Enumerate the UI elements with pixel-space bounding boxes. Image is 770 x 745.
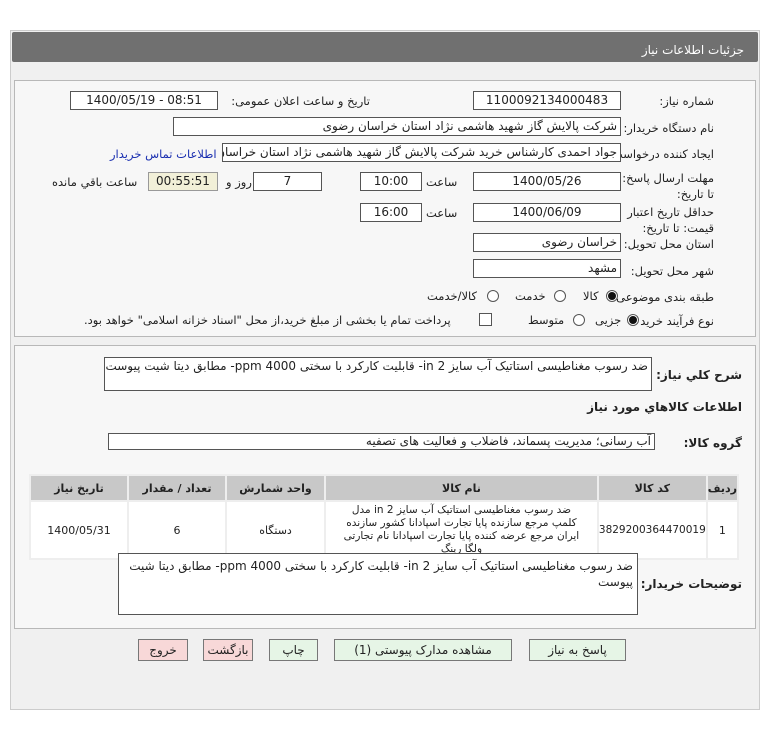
treasury-note: پرداخت تمام یا بخشی از مبلغ خرید،از محل … — [84, 313, 451, 327]
exit-button[interactable]: خروج — [138, 639, 188, 661]
category-radio-service[interactable] — [554, 290, 566, 302]
buyer-field: شرکت پالایش گاز شهید هاشمی نژاد استان خر… — [173, 117, 621, 136]
province-field: خراسان رضوی — [473, 233, 621, 252]
page-title: جزئیات اطلاعات نیاز — [12, 32, 758, 62]
need-number-field: 1100092134000483 — [473, 91, 621, 110]
deadline-date-field: 1400/05/26 — [473, 172, 621, 191]
category-radio-goods[interactable] — [606, 290, 618, 302]
process-option-medium: متوسط — [528, 313, 565, 327]
col-quantity: تعداد / مقدار — [127, 474, 227, 502]
cell-name: ضد رسوب مغناطیسی استاتیک آب سایز 2 in مد… — [324, 500, 599, 560]
process-radio-medium[interactable] — [573, 314, 585, 326]
col-row: ردیف — [705, 474, 740, 502]
days-label: روز و — [226, 175, 252, 189]
col-code: کد کالا — [596, 474, 708, 502]
col-unit: واحد شمارش — [225, 474, 326, 502]
category-option-goods: کالا — [583, 289, 599, 303]
goods-group-label: گروه کالا: — [683, 436, 742, 450]
validity-time-label: ساعت — [426, 206, 458, 220]
category-option-goods-service: کالا/خدمت — [427, 289, 478, 303]
category-radio-goods-service[interactable] — [487, 290, 499, 302]
buyer-notes-label: توضیحات خریدار: — [640, 577, 742, 591]
validity-date-field: 1400/06/09 — [473, 203, 621, 222]
validity-label: حداقل تاریخ اعتبار قیمت: تا تاریخ: — [627, 205, 714, 235]
city-field: مشهد — [473, 259, 621, 278]
city-label: شهر محل تحویل: — [630, 264, 714, 278]
cell-need-date: 1400/05/31 — [29, 500, 129, 560]
creator-field: جواد احمدی کارشناس خرید شرکت پالایش گاز … — [222, 143, 621, 162]
cell-quantity: 6 — [127, 500, 227, 560]
cell-code: 3829200364470019 — [596, 500, 708, 560]
summary-field: ضد رسوب مغناطیسی استاتیک آب سایز 2 in- ق… — [104, 357, 652, 391]
deadline-time-field: 10:00 — [360, 172, 422, 191]
cell-row: 1 — [705, 500, 740, 560]
province-label: استان محل تحویل: — [623, 237, 714, 251]
print-button[interactable]: چاپ — [269, 639, 318, 661]
treasury-checkbox[interactable] — [479, 313, 492, 326]
need-number-label: شماره نیاز: — [659, 94, 714, 108]
goods-section-title: اطلاعات کالاهاي مورد نياز — [587, 400, 742, 414]
remaining-label: ساعت باقي مانده — [52, 175, 138, 189]
goods-table: تاریخ نیاز تعداد / مقدار واحد شمارش نام … — [29, 474, 740, 560]
table-row: 1400/05/31 6 دستگاه ضد رسوب مغناطیسی است… — [29, 500, 740, 560]
col-need-date: تاریخ نیاز — [29, 474, 129, 502]
creator-label: ایجاد کننده درخواست: — [608, 147, 714, 161]
days-field: 7 — [253, 172, 322, 191]
category-option-service: خدمت — [515, 289, 546, 303]
process-label: نوع فرآیند خرید : — [632, 314, 714, 328]
col-name: نام کالا — [324, 474, 599, 502]
deadline-time-label: ساعت — [426, 175, 458, 189]
goods-group-field: آب رسانی؛ مدیریت پسماند، فاضلاب و فعالیت… — [108, 433, 655, 450]
process-option-minor: جزیی — [595, 313, 622, 327]
announce-field: 1400/05/19 - 08:51 — [70, 91, 218, 110]
cell-unit: دستگاه — [225, 500, 326, 560]
back-button[interactable]: بازگشت — [203, 639, 253, 661]
process-radio-minor[interactable] — [627, 314, 639, 326]
buyer-label: نام دستگاه خریدار: — [623, 121, 714, 135]
remaining-time-field: 00:55:51 — [148, 172, 218, 191]
view-attachments-button[interactable]: مشاهده مدارک پیوستی (1) — [334, 639, 512, 661]
reply-button[interactable]: پاسخ به نیاز — [529, 639, 626, 661]
deadline-label: مهلت ارسال پاسخ: تا تاریخ: — [622, 171, 714, 201]
category-label: طبقه بندی موضوعی: — [612, 290, 714, 304]
summary-label: شرح کلي نياز: — [656, 368, 742, 382]
announce-label: تاریخ و ساعت اعلان عمومی: — [231, 94, 370, 108]
validity-time-field: 16:00 — [360, 203, 422, 222]
contact-buyer-link[interactable]: اطلاعات تماس خریدار — [110, 147, 217, 161]
buyer-notes-field: ضد رسوب مغناطیسی استاتیک آب سایز 2 in- ق… — [118, 553, 638, 615]
